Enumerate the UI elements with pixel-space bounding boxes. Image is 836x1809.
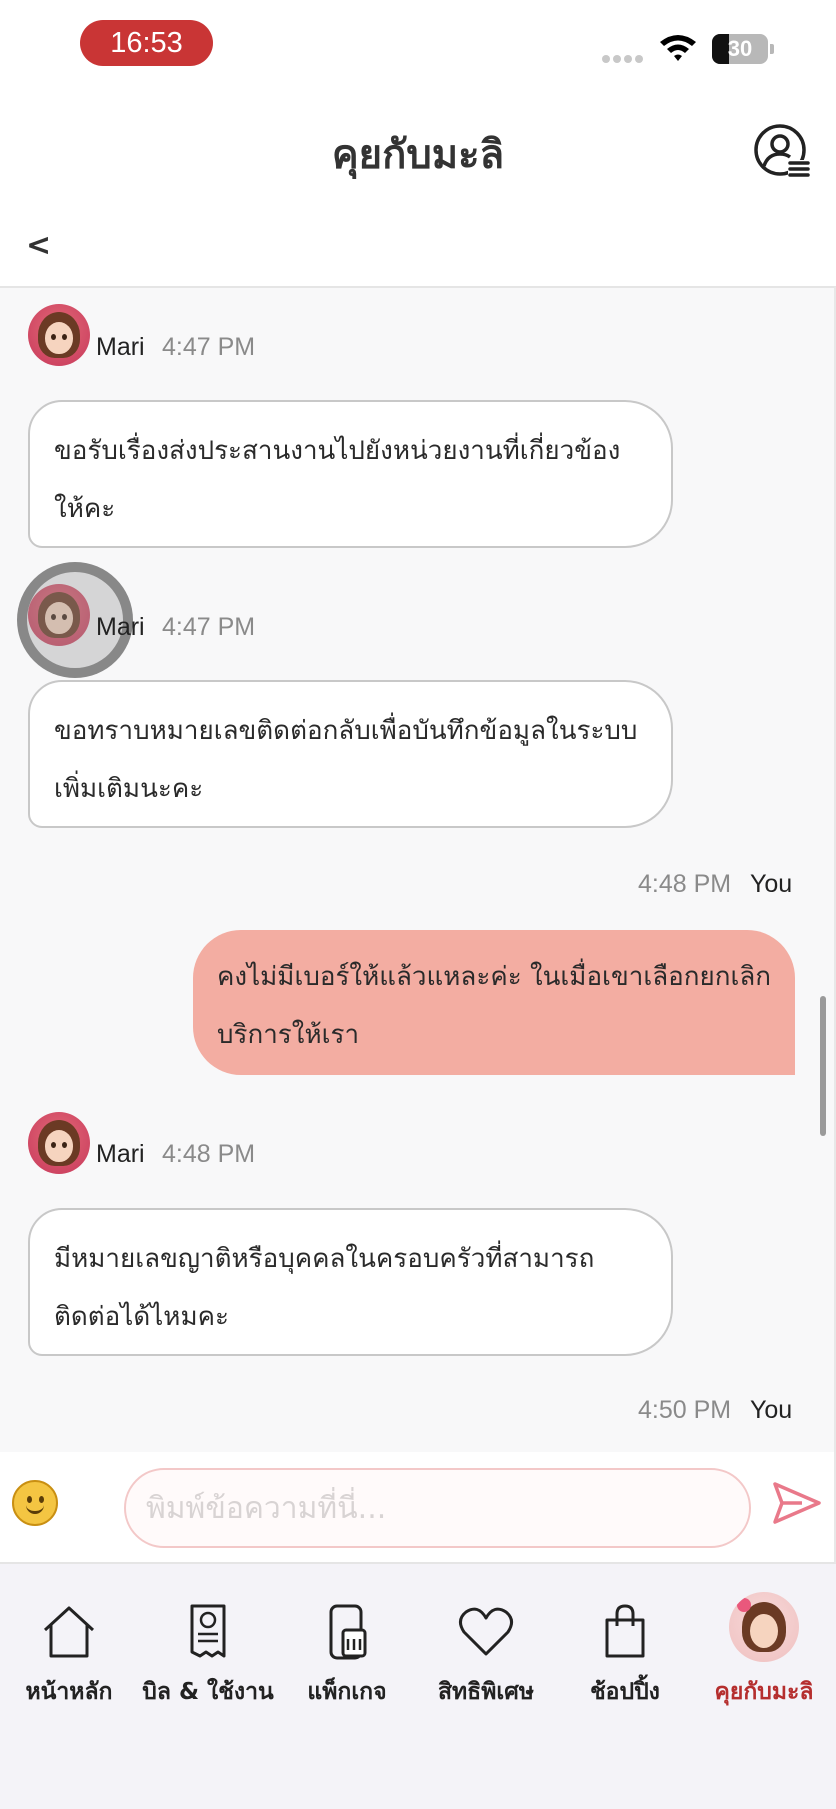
message-text: มีหมายเลขญาติหรือบุคคลในครอบครัวที่สามาร… bbox=[54, 1244, 595, 1274]
sender-name: You bbox=[750, 1396, 793, 1424]
home-icon bbox=[43, 1606, 95, 1658]
sender-name: You bbox=[750, 870, 793, 898]
message-time: 4:48 PM bbox=[638, 870, 732, 898]
message-text: ให้คะ bbox=[54, 494, 116, 524]
emoji-button[interactable] bbox=[12, 1480, 58, 1526]
nav-label: สิทธิพิเศษ bbox=[437, 1679, 535, 1705]
message-text: ขอทราบหมายเลขติดต่อกลับเพื่อบันทึกข้อมูล… bbox=[54, 716, 638, 746]
cellular-signal-icon bbox=[602, 55, 643, 63]
chat-screen: 16:53 30 คุยกับมะลิ < Mari 4:47 PM ขอรับ… bbox=[0, 0, 836, 1809]
message-time: 4:48 PM bbox=[162, 1140, 256, 1168]
message-time: 4:47 PM bbox=[162, 613, 256, 641]
nav-item-package[interactable]: แพ็กเกจ bbox=[278, 1602, 416, 1722]
send-icon[interactable] bbox=[772, 1480, 822, 1526]
nav-item-home[interactable]: หน้าหลัก bbox=[0, 1602, 138, 1722]
status-bar: 16:53 30 bbox=[0, 0, 836, 90]
bottom-navigation: หน้าหลัก บิล & ใช้งาน แพ็กเกจ สิทธิพิเศษ… bbox=[0, 1564, 836, 1809]
nav-item-chat-mali[interactable]: คุยกับมะลิ bbox=[695, 1592, 833, 1722]
nav-item-bill[interactable]: บิล & ใช้งาน bbox=[139, 1602, 277, 1722]
status-time: 16:53 bbox=[80, 20, 213, 66]
mali-avatar-icon bbox=[729, 1592, 799, 1662]
message-text: เพิ่มเติมนะคะ bbox=[54, 774, 204, 804]
sender-name: Mari bbox=[96, 613, 145, 641]
battery-icon: 30 bbox=[712, 34, 768, 64]
incoming-message-bubble: ขอทราบหมายเลขติดต่อกลับเพื่อบันทึกข้อมูล… bbox=[28, 680, 673, 828]
chat-scrollbar[interactable] bbox=[820, 996, 826, 1136]
shopping-bag-icon bbox=[605, 1604, 645, 1658]
message-time: 4:47 PM bbox=[162, 333, 256, 361]
message-time: 4:50 PM bbox=[638, 1396, 732, 1424]
nav-item-shopping[interactable]: ช้อปปิ้ง bbox=[556, 1602, 694, 1722]
outgoing-message-bubble: คงไม่มีเบอร์ให้แล้วแหละค่ะ ในเมื่อเขาเลื… bbox=[193, 930, 795, 1075]
heart-icon bbox=[459, 1607, 513, 1656]
nav-label: หน้าหลัก bbox=[25, 1679, 113, 1705]
message-input[interactable] bbox=[124, 1468, 751, 1548]
message-composer bbox=[0, 1452, 836, 1564]
nav-label: บิล & ใช้งาน bbox=[142, 1679, 274, 1705]
message-text: ติดต่อได้ไหมคะ bbox=[54, 1302, 229, 1332]
wifi-icon bbox=[660, 35, 696, 61]
sender-name: Mari bbox=[96, 333, 145, 361]
nav-item-privileges[interactable]: สิทธิพิเศษ bbox=[417, 1602, 555, 1722]
mari-avatar bbox=[28, 304, 90, 366]
message-text: ขอรับเรื่องส่งประสานงานไปยังหน่วยงานที่เ… bbox=[54, 436, 621, 466]
message-text: บริการให้เรา bbox=[217, 1020, 360, 1050]
back-button[interactable]: < bbox=[26, 226, 56, 266]
profile-menu-icon[interactable] bbox=[752, 122, 812, 182]
nav-label: ช้อปปิ้ง bbox=[590, 1679, 660, 1705]
nav-label: คุยกับมะลิ bbox=[714, 1679, 814, 1705]
battery-tip bbox=[770, 44, 774, 54]
mari-avatar bbox=[28, 1112, 90, 1174]
chat-messages[interactable]: Mari 4:47 PM ขอรับเรื่องส่งประสานงานไปยั… bbox=[0, 286, 836, 1452]
nav-label: แพ็กเกจ bbox=[307, 1679, 387, 1705]
page-title: คุยกับมะลิ bbox=[331, 132, 505, 178]
bill-icon bbox=[190, 1604, 226, 1658]
message-text: คงไม่มีเบอร์ให้แล้วแหละค่ะ ในเมื่อเขาเลื… bbox=[217, 962, 772, 992]
header: คุยกับมะลิ < bbox=[0, 90, 836, 286]
package-icon bbox=[329, 1604, 367, 1660]
incoming-message-bubble: มีหมายเลขญาติหรือบุคคลในครอบครัวที่สามาร… bbox=[28, 1208, 673, 1356]
incoming-message-bubble: ขอรับเรื่องส่งประสานงานไปยังหน่วยงานที่เ… bbox=[28, 400, 673, 548]
battery-level: 30 bbox=[727, 36, 753, 61]
sender-name: Mari bbox=[96, 1140, 145, 1168]
